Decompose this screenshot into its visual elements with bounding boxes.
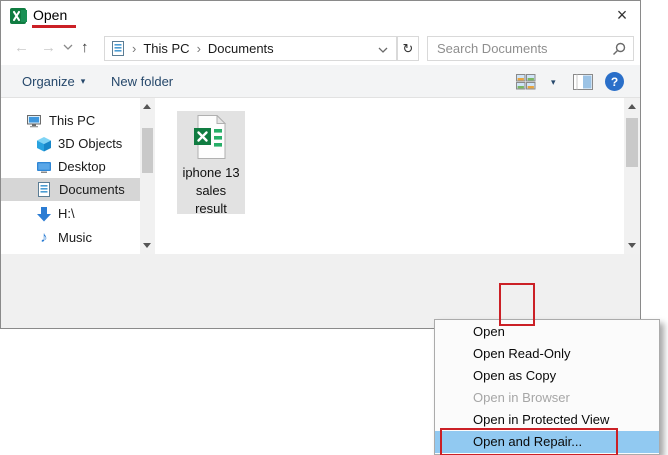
breadcrumb-documents[interactable]: Documents — [208, 41, 274, 56]
breadcrumb-separator: › — [132, 41, 136, 56]
scroll-down-icon[interactable] — [143, 243, 151, 248]
menu-item-open[interactable]: Open — [435, 321, 659, 343]
breadcrumb-dropdown-chevron-icon[interactable] — [378, 47, 388, 53]
desktop-icon — [36, 159, 52, 175]
file-list-scrollbar-thumb[interactable] — [626, 118, 638, 167]
organize-label: Organize — [22, 74, 75, 89]
organize-dropdown-icon: ▾ — [81, 76, 86, 87]
new-folder-label: New folder — [111, 74, 173, 89]
breadcrumb[interactable]: › This PC › Documents — [104, 36, 397, 61]
refresh-icon: ↻ — [403, 41, 414, 57]
excel-file-icon — [193, 115, 229, 159]
breadcrumb-this-pc[interactable]: This PC — [143, 41, 189, 56]
new-folder-button[interactable]: New folder — [111, 65, 173, 97]
music-icon: ♪ — [36, 229, 52, 246]
drive-arrow-icon — [36, 206, 52, 222]
command-toolbar: Organize ▾ New folder ▾ — [1, 65, 640, 98]
sidebar-scrollbar[interactable] — [140, 98, 155, 254]
menu-item-open-as-copy[interactable]: Open as Copy — [435, 365, 659, 387]
scroll-up-icon[interactable] — [628, 104, 636, 109]
search-icon[interactable] — [612, 42, 626, 56]
file-list-scrollbar[interactable] — [624, 98, 640, 254]
sidebar-label: Music — [58, 230, 92, 245]
close-button[interactable]: × — [607, 2, 637, 29]
sidebar-item-desktop[interactable]: Desktop — [1, 155, 140, 178]
folder-location-icon — [111, 40, 125, 57]
sidebar-label: H:\ — [58, 206, 75, 221]
file-name-line: result — [177, 200, 245, 218]
help-icon: ? — [611, 75, 618, 89]
sidebar-label: 3D Objects — [58, 136, 122, 151]
refresh-button[interactable]: ↻ — [397, 36, 419, 61]
change-view-icon[interactable] — [516, 74, 536, 90]
menu-item-open-read-only[interactable]: Open Read-Only — [435, 343, 659, 365]
annotation-title-underline — [32, 25, 76, 28]
back-icon[interactable]: ← — [14, 38, 29, 58]
menu-item-open-in-protected-view[interactable]: Open in Protected View — [435, 409, 659, 431]
bottom-panel: File name: iphone 13 sales result All Ex… — [1, 254, 640, 328]
help-button[interactable]: ? — [605, 72, 624, 91]
view-dropdown-icon[interactable]: ▾ — [551, 77, 556, 88]
sidebar-item-documents[interactable]: Documents — [1, 178, 140, 201]
sidebar-scrollbar-thumb[interactable] — [142, 128, 153, 173]
navigation-bar: ← → ↑ › This PC › Documents — [1, 31, 640, 65]
menu-item-open-and-repair[interactable]: Open and Repair... — [435, 431, 659, 453]
screenshot-stage: Open × ← → ↑ › This PC — [0, 0, 668, 455]
dialog-title: Open — [33, 7, 67, 23]
title-bar: Open × — [1, 1, 640, 31]
search-placeholder: Search Documents — [437, 41, 548, 56]
file-name-line: sales — [177, 182, 245, 200]
forward-icon[interactable]: → — [41, 38, 56, 58]
file-name-line: iphone 13 — [177, 164, 245, 182]
sidebar-label: This PC — [49, 113, 95, 128]
search-input[interactable]: Search Documents — [427, 36, 634, 61]
cube-icon — [36, 136, 52, 152]
sidebar-item-h-drive[interactable]: H:\ — [1, 202, 140, 225]
document-icon — [36, 181, 52, 198]
computer-icon — [26, 113, 42, 129]
content-area: This PC 3D Objects — [1, 98, 640, 254]
open-split-menu: Open Open Read-Only Open as Copy Open in… — [434, 319, 660, 455]
sidebar-label: Desktop — [58, 159, 106, 174]
preview-pane-icon[interactable] — [573, 74, 593, 90]
scroll-up-icon[interactable] — [143, 104, 151, 109]
close-icon: × — [617, 5, 628, 26]
sidebar-label: Documents — [59, 182, 125, 197]
sidebar-item-music[interactable]: ♪ Music — [1, 226, 140, 249]
recent-locations-chevron-icon[interactable] — [63, 44, 73, 50]
sidebar-item-3d-objects[interactable]: 3D Objects — [1, 132, 140, 155]
breadcrumb-separator: › — [197, 41, 201, 56]
up-icon[interactable]: ↑ — [81, 38, 89, 58]
open-dialog: Open × ← → ↑ › This PC — [0, 0, 641, 329]
scroll-down-icon[interactable] — [628, 243, 636, 248]
menu-item-open-in-browser: Open in Browser — [435, 387, 659, 409]
excel-app-icon — [10, 7, 28, 25]
organize-button[interactable]: Organize ▾ — [22, 65, 85, 97]
file-item-selected[interactable]: iphone 13 sales result — [177, 111, 245, 214]
sidebar-item-this-pc[interactable]: This PC — [1, 109, 140, 132]
